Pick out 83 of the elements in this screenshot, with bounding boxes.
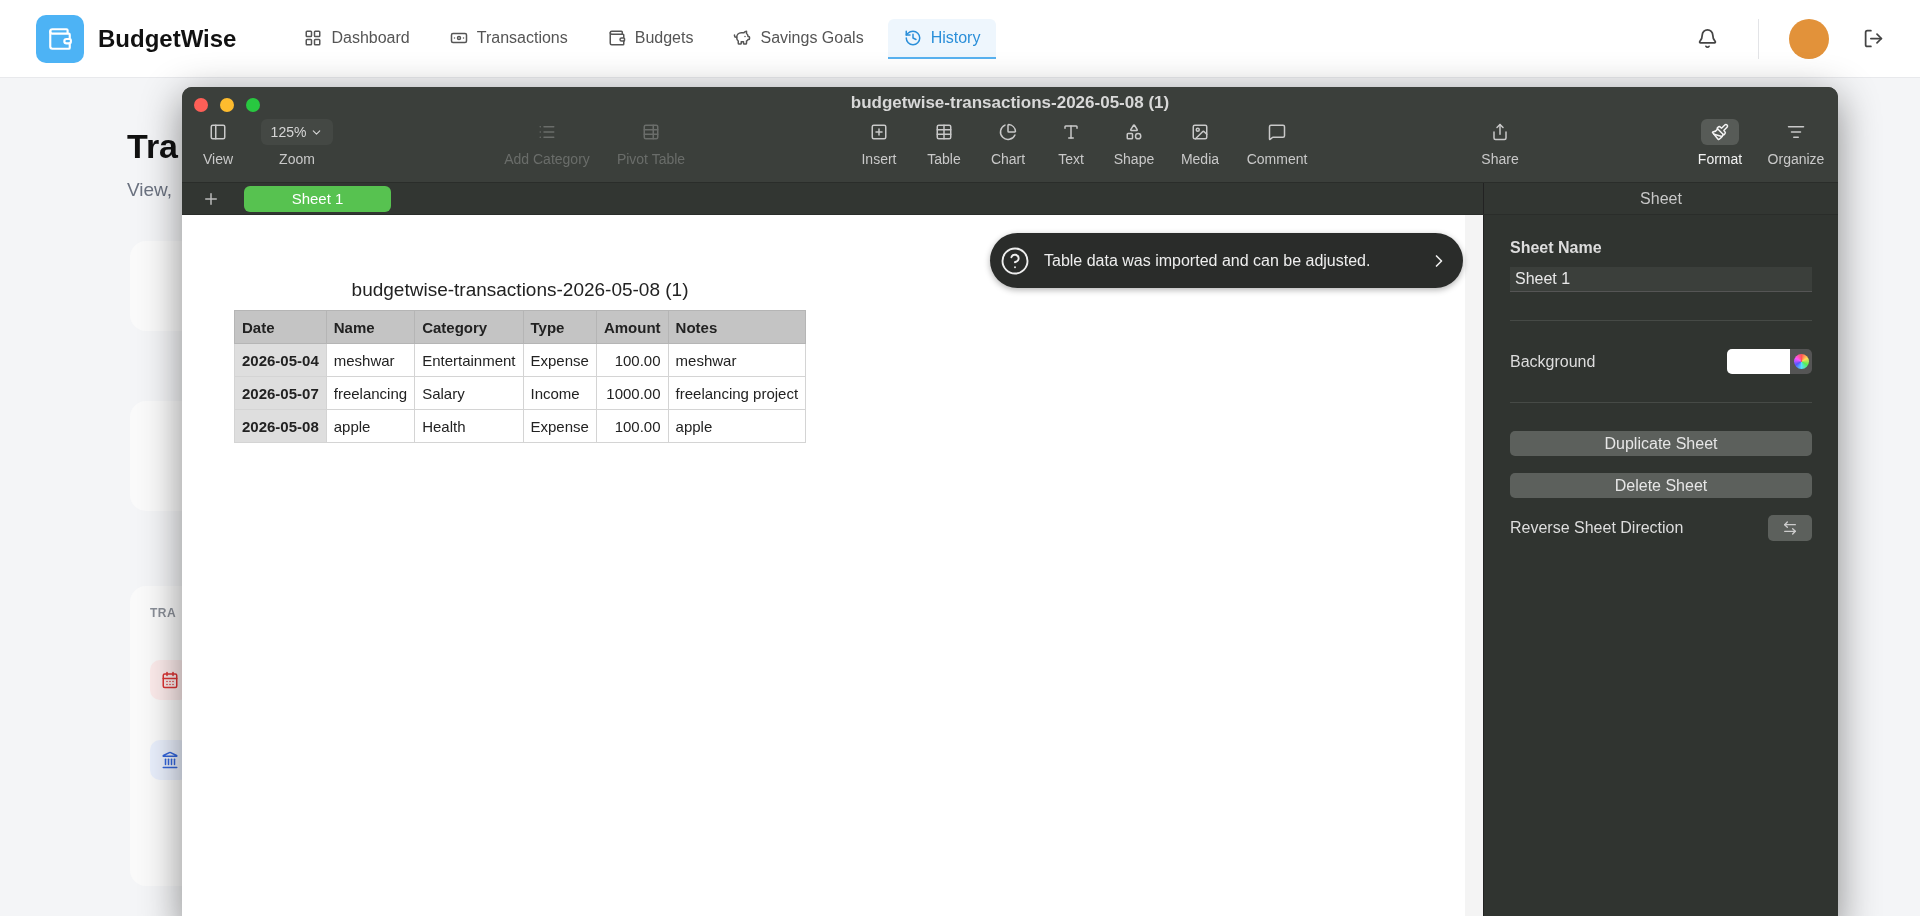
sidebar-icon	[209, 123, 227, 141]
column-header: Notes	[668, 310, 806, 344]
section-label: TRA	[150, 605, 177, 620]
column-header: Amount	[596, 310, 669, 344]
zoom-dropdown[interactable]: 125%	[260, 119, 334, 145]
page-title: Tra	[127, 126, 179, 167]
pivot-table-icon	[642, 123, 660, 141]
column-header: Type	[523, 310, 597, 344]
table-cell: Expense	[523, 409, 597, 443]
comment-icon	[1268, 123, 1286, 141]
row-header: 2026-05-08	[234, 409, 327, 443]
window-title: budgetwise-transactions-2026-05-08 (1)	[850, 92, 1170, 113]
list-icon	[538, 123, 556, 141]
shapes-icon	[1125, 123, 1143, 141]
toolbar-button[interactable]: Media	[1170, 119, 1230, 167]
table-cell: Expense	[523, 343, 597, 377]
logout-icon[interactable]	[1863, 28, 1884, 49]
toolbar-button[interactable]: Format	[1685, 119, 1755, 167]
toolbar-button[interactable]: Organize	[1756, 119, 1836, 167]
history-icon	[903, 28, 922, 47]
sheet-action-button[interactable]: Duplicate Sheet	[1510, 431, 1812, 456]
grid-icon	[304, 28, 323, 47]
swap-arrows-icon	[1782, 520, 1798, 536]
table-cell: apple	[326, 409, 415, 443]
field-label: Sheet Name	[1510, 239, 1603, 257]
table-cell: Salary	[414, 376, 523, 410]
table-cell: 100.00	[596, 409, 669, 443]
toolbar-button[interactable]: 125% Zoom	[252, 119, 342, 167]
toolbar-button[interactable]: Text	[1041, 119, 1101, 167]
toolbar-button[interactable]: Table	[914, 119, 974, 167]
share-icon	[1491, 123, 1509, 141]
table-cell: Entertainment	[414, 343, 523, 377]
reverse-direction-button[interactable]	[1768, 515, 1812, 541]
bell-icon[interactable]	[1697, 28, 1718, 49]
brand-name: BudgetWise	[98, 24, 237, 53]
table-cell: freelancing	[326, 376, 415, 410]
toolbar-button[interactable]: Chart	[978, 119, 1038, 167]
nav-link[interactable]: Dashboard	[288, 18, 426, 59]
insert-icon	[870, 123, 888, 141]
piggy-bank-icon	[733, 28, 752, 47]
column-header: Name	[326, 310, 415, 344]
sheet-name-field[interactable]: Sheet 1	[1510, 267, 1812, 292]
table-cell: apple	[668, 409, 806, 443]
color-well[interactable]	[1727, 349, 1812, 374]
wallet-icon	[607, 28, 626, 47]
maximize-button[interactable]	[246, 98, 260, 112]
filter-icon	[1787, 123, 1805, 141]
nav-link[interactable]: Budgets	[591, 18, 710, 59]
text-icon	[1062, 123, 1080, 141]
color-wheel-icon	[1793, 354, 1809, 369]
nav-link[interactable]: Transactions	[433, 18, 584, 59]
toolbar-button[interactable]: Share	[1465, 119, 1535, 167]
nav-link[interactable]: Savings Goals	[717, 18, 880, 59]
toolbar-button[interactable]: Shape	[1104, 119, 1164, 167]
table-cell: 100.00	[596, 343, 669, 377]
notice-text: Table data was imported and can be adjusted.	[1044, 251, 1372, 270]
paintbrush-icon	[1711, 123, 1729, 141]
help-icon	[1000, 245, 1030, 276]
row-header: 2026-05-04	[234, 343, 327, 377]
table-cell: 1000.00	[596, 376, 669, 410]
chart-icon	[999, 123, 1017, 141]
close-button[interactable]	[194, 98, 208, 112]
sheet-action-button[interactable]: Delete Sheet	[1510, 473, 1812, 498]
table-cell: Income	[523, 376, 597, 410]
toolbar-button[interactable]: View	[188, 119, 248, 167]
table-cell: freelancing project	[668, 376, 806, 410]
table-cell: meshwar	[326, 343, 415, 377]
image-icon	[1191, 123, 1209, 141]
toolbar-button[interactable]: Insert	[849, 119, 909, 167]
table-icon	[935, 123, 953, 141]
field-label: Reverse Sheet Direction	[1510, 519, 1684, 537]
page-subtitle: View,	[127, 178, 173, 201]
table-title: budgetwise-transactions-2026-05-08 (1)	[351, 279, 689, 301]
table-cell: meshwar	[668, 343, 806, 377]
import-notice[interactable]: Table data was imported and can be adjusted.	[990, 233, 1463, 288]
table-cell: Health	[414, 409, 523, 443]
column-header: Category	[414, 310, 523, 344]
toolbar-button[interactable]: Comment	[1237, 119, 1317, 167]
inspector-heading: Sheet	[1483, 183, 1838, 214]
row-header: 2026-05-07	[234, 376, 327, 410]
field-label: Background	[1510, 352, 1596, 371]
column-header: Date	[234, 310, 327, 344]
minimize-button[interactable]	[220, 98, 234, 112]
